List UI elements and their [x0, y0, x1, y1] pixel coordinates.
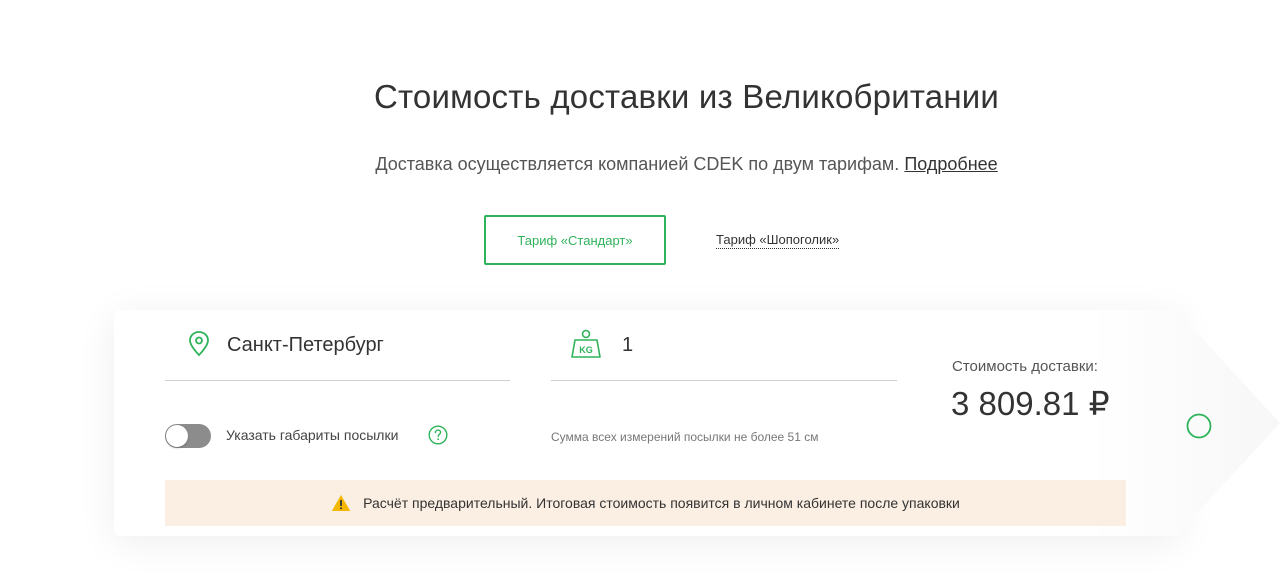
location-pin-icon [187, 330, 211, 363]
subtitle-text: Доставка осуществляется компанией CDEK п… [375, 154, 900, 174]
weight-unit-badge: KG [579, 345, 593, 355]
city-field[interactable] [165, 320, 510, 381]
size-hint: Сумма всех измерений посылки не более 51… [551, 430, 819, 444]
price-label: Стоимость доставки: [952, 358, 1098, 375]
tab-shopaholic[interactable]: Тариф «Шопоголик» [716, 232, 840, 249]
circle-indicator-icon [1186, 413, 1212, 439]
weight-input[interactable] [622, 334, 872, 357]
page-subtitle: Доставка осуществляется компанией CDEK п… [0, 154, 1280, 175]
notice-text: Расчёт предварительный. Итоговая стоимос… [363, 495, 960, 511]
preliminary-notice: Расчёт предварительный. Итоговая стоимос… [165, 480, 1126, 526]
delivery-cost-page: Стоимость доставки из Великобритании Дос… [0, 0, 1280, 576]
tab-standard[interactable]: Тариф «Стандарт» [484, 215, 666, 265]
question-help-icon[interactable] [428, 425, 448, 445]
page-title: Стоимость доставки из Великобритании [373, 78, 1000, 115]
toggle-knob [166, 425, 188, 447]
weight-kg-icon: KG [568, 328, 604, 365]
weight-field[interactable]: KG [551, 320, 897, 381]
dimensions-toggle[interactable] [165, 424, 211, 448]
more-info-link[interactable]: Подробнее [904, 154, 997, 174]
warning-icon [331, 494, 351, 512]
price-value: 3 809.81 ₽ [951, 385, 1110, 422]
dimensions-toggle-label: Указать габариты посылки [226, 427, 399, 443]
city-input[interactable] [227, 334, 477, 357]
